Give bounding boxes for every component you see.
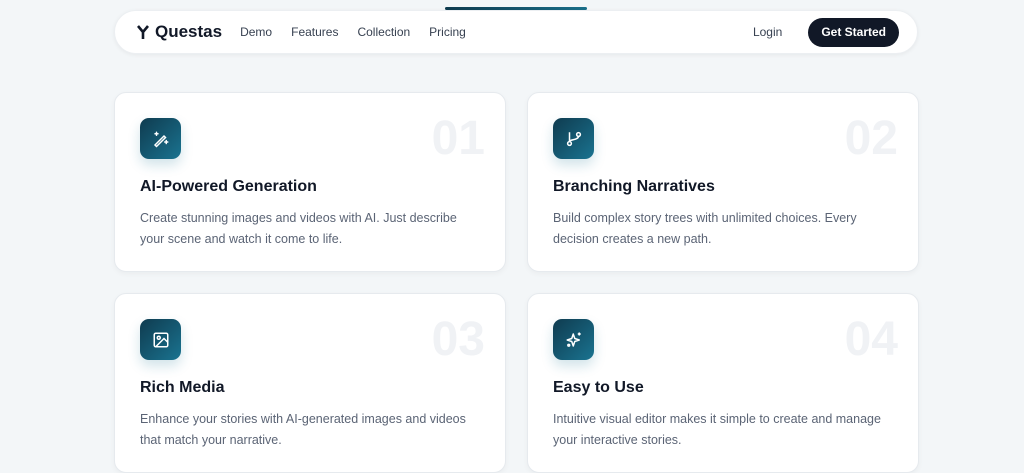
feature-card: 04 Easy to Use Intuitive visual editor m… [527, 293, 919, 473]
feature-card: 03 Rich Media Enhance your stories with … [114, 293, 506, 473]
navbar: Questas Demo Features Collection Pricing… [114, 10, 918, 54]
feature-card: 02 Branching Narratives Build complex st… [527, 92, 919, 272]
git-branch-icon [553, 118, 594, 159]
feature-description: Create stunning images and videos with A… [140, 211, 457, 246]
feature-card: 01 AI-Powered Generation Create stunning… [114, 92, 506, 272]
feature-number: 01 [431, 112, 485, 165]
brand-name: Questas [155, 22, 223, 41]
feature-title: Rich Media [140, 379, 225, 396]
feature-title: Branching Narratives [553, 178, 715, 195]
feature-number: 03 [431, 313, 485, 366]
feature-number: 04 [844, 313, 898, 366]
feature-description: Enhance your stories with AI-generated i… [140, 412, 466, 447]
nav-pricing[interactable]: Pricing [429, 25, 466, 39]
nav-collection[interactable]: Collection [357, 25, 410, 39]
feature-title: AI-Powered Generation [140, 178, 317, 195]
brand-logo[interactable]: Questas [135, 22, 222, 42]
feature-title: Easy to Use [553, 379, 644, 396]
nav-features[interactable]: Features [291, 25, 338, 39]
feature-description: Intuitive visual editor makes it simple … [553, 412, 881, 447]
feature-description: Build complex story trees with unlimited… [553, 211, 857, 246]
sparkles-icon [553, 319, 594, 360]
nav-demo[interactable]: Demo [240, 25, 272, 39]
feature-number: 02 [844, 112, 898, 165]
magic-wand-icon [140, 118, 181, 159]
branch-logo-icon [137, 25, 149, 39]
image-icon [140, 319, 181, 360]
login-link[interactable]: Login [753, 25, 782, 39]
get-started-button[interactable]: Get Started [808, 17, 899, 47]
